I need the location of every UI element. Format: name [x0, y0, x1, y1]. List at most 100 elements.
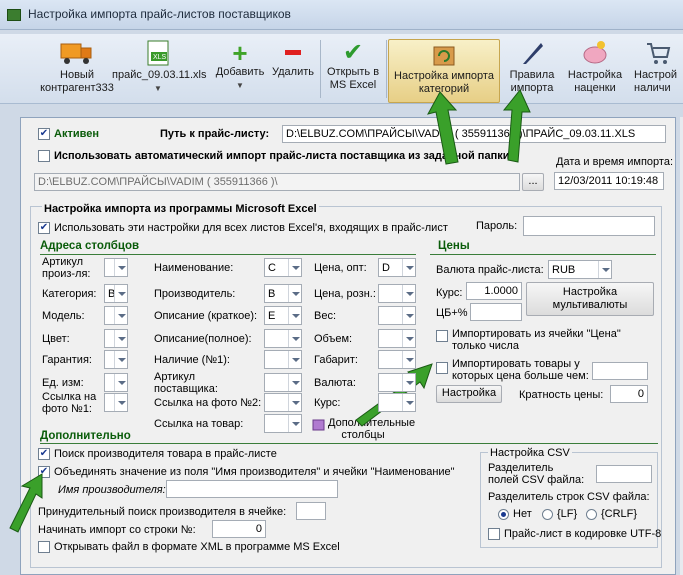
col2-label: Ссылка на фото №2:: [154, 397, 262, 409]
price-threshold-input[interactable]: [592, 362, 648, 380]
password-input[interactable]: [523, 216, 655, 236]
chevron-down-icon: [288, 259, 301, 276]
title-bar: Настройка импорта прайс-листов поставщик…: [0, 0, 683, 30]
remove-button[interactable]: Удалить: [270, 40, 316, 102]
chevron-down-icon: [402, 394, 415, 411]
col2-address-select[interactable]: [264, 350, 302, 369]
col2-address-select[interactable]: [264, 393, 302, 412]
col3-label: Курс:: [314, 397, 341, 409]
col1-address-select[interactable]: [104, 306, 128, 325]
col3-address-select[interactable]: [378, 329, 416, 348]
all-sheets-checkbox[interactable]: ✔: [38, 222, 50, 234]
chevron-down-icon: [402, 259, 415, 276]
cb-percent-input[interactable]: [470, 303, 522, 321]
chevron-down-icon: [288, 307, 301, 324]
chevron-down-icon: [114, 394, 127, 411]
csv-none-radio[interactable]: [498, 509, 509, 520]
chevron-down-icon: [288, 351, 301, 368]
col1-address-select[interactable]: [104, 258, 128, 277]
auto-import-checkbox[interactable]: [38, 150, 50, 162]
merge-names-checkbox[interactable]: ✔: [38, 466, 50, 478]
price-threshold-checkbox[interactable]: [436, 362, 448, 374]
add-button[interactable]: + Добавить ▼: [212, 40, 268, 102]
csv-none-label: Нет: [513, 508, 532, 520]
numbers-only-checkbox[interactable]: [436, 330, 448, 342]
csv-group-title: Настройка CSV: [488, 447, 572, 459]
all-sheets-label: Использовать эти настройки для всех лист…: [54, 222, 448, 234]
col3-label: Габарит:: [314, 354, 358, 366]
chevron-down-icon: [402, 330, 415, 347]
col2-address-select[interactable]: B: [264, 284, 302, 303]
col3-label: Цена, розн.:: [314, 288, 376, 300]
vendor-name-input[interactable]: [166, 480, 338, 498]
chevron-down-icon: [402, 351, 415, 368]
col2-address-select[interactable]: [264, 373, 302, 392]
col3-address-select[interactable]: [378, 393, 416, 412]
multiplicity-input[interactable]: 0: [610, 385, 648, 403]
utf8-checkbox[interactable]: [488, 528, 500, 540]
availability-settings-button[interactable]: Настрой наличи: [632, 40, 683, 102]
cb-percent-label: ЦБ+%: [436, 307, 468, 319]
minus-icon: [285, 50, 301, 55]
chevron-down-icon: [114, 259, 127, 276]
category-import-settings-button[interactable]: Настройка импорта категорий: [388, 39, 500, 103]
col3-address-select[interactable]: [378, 350, 416, 369]
col2-address-select[interactable]: [264, 329, 302, 348]
import-datetime-input[interactable]: 12/03/2011 10:19:48: [554, 172, 664, 190]
col3-address-select[interactable]: [378, 284, 416, 303]
excel-file-icon: XLS: [147, 40, 169, 66]
csv-field-separator-label: Разделитель полей CSV файла:: [488, 462, 585, 486]
columns-section-title: Адреса столбцов: [40, 240, 140, 252]
path-label: Путь к прайс-листу:: [160, 128, 270, 140]
chevron-down-icon: [114, 374, 127, 391]
markup-settings-button[interactable]: Настройка наценки: [562, 40, 628, 102]
col1-label: Цвет:: [42, 333, 70, 345]
datetime-label: Дата и время импорта:: [556, 156, 674, 168]
price-list-path-input[interactable]: D:\ELBUZ.COM\ПРАЙСЫ\VADIM ( 355911366 )\…: [282, 125, 666, 143]
import-rules-button[interactable]: Правила импорта: [504, 40, 560, 102]
new-supplier-button[interactable]: Новый контрагент333: [40, 40, 114, 102]
file-dropdown[interactable]: XLS прайс_09.03.11.xls ▼: [112, 40, 206, 102]
col1-address-select[interactable]: [104, 329, 128, 348]
col2-label: Ссылка на товар:: [154, 418, 244, 430]
start-row-label: Начинать импорт со строки №:: [38, 524, 196, 536]
col2-address-select[interactable]: C: [264, 258, 302, 277]
col1-address-select[interactable]: [104, 393, 128, 412]
col2-address-select[interactable]: [264, 414, 302, 433]
col3-address-select[interactable]: [378, 373, 416, 392]
col2-address-select[interactable]: E: [264, 306, 302, 325]
open-xml-checkbox[interactable]: [38, 541, 50, 553]
col1-address-select[interactable]: [104, 350, 128, 369]
col1-label: Гарантия:: [42, 354, 92, 366]
chevron-down-icon: [114, 307, 127, 324]
col3-address-select[interactable]: D: [378, 258, 416, 277]
col3-address-select[interactable]: [378, 306, 416, 325]
col1-address-select[interactable]: B: [104, 284, 128, 303]
auto-import-folder-input[interactable]: D:\ELBUZ.COM\ПРАЙСЫ\VADIM ( 355911366 )\: [34, 173, 520, 191]
extra-columns-link[interactable]: Дополнительные столбцы: [328, 417, 415, 441]
threshold-settings-button[interactable]: Настройка: [436, 385, 502, 403]
prices-divider: [430, 254, 656, 255]
search-vendor-checkbox[interactable]: ✔: [38, 448, 50, 460]
active-checkbox[interactable]: ✔: [38, 128, 50, 140]
app-icon: [7, 9, 21, 21]
currency-select[interactable]: RUB: [548, 260, 612, 279]
col1-address-select[interactable]: [104, 373, 128, 392]
browse-folder-button[interactable]: ...: [522, 173, 544, 191]
chevron-down-icon: [598, 261, 611, 278]
merge-names-label: Объединять значение из поля "Имя произво…: [54, 466, 455, 478]
additional-divider: [40, 443, 658, 444]
csv-crlf-radio[interactable]: [586, 509, 597, 520]
csv-field-separator-input[interactable]: [596, 465, 652, 483]
prices-section-title: Цены: [438, 240, 470, 252]
start-row-input[interactable]: 0: [212, 520, 266, 538]
numbers-only-label: Импортировать из ячейки "Цена" только чи…: [452, 328, 621, 352]
rate-input[interactable]: 1.0000: [466, 282, 522, 300]
open-in-excel-button[interactable]: ✔ Открыть в MS Excel: [322, 40, 384, 102]
force-search-input[interactable]: [296, 502, 326, 520]
csv-lf-radio[interactable]: [542, 509, 553, 520]
multicurrency-settings-button[interactable]: Настройка мультивалюты: [526, 282, 654, 316]
feather-pen-icon: [523, 43, 543, 64]
rate-label: Курс:: [436, 287, 463, 299]
col3-label: Валюта:: [314, 377, 356, 389]
